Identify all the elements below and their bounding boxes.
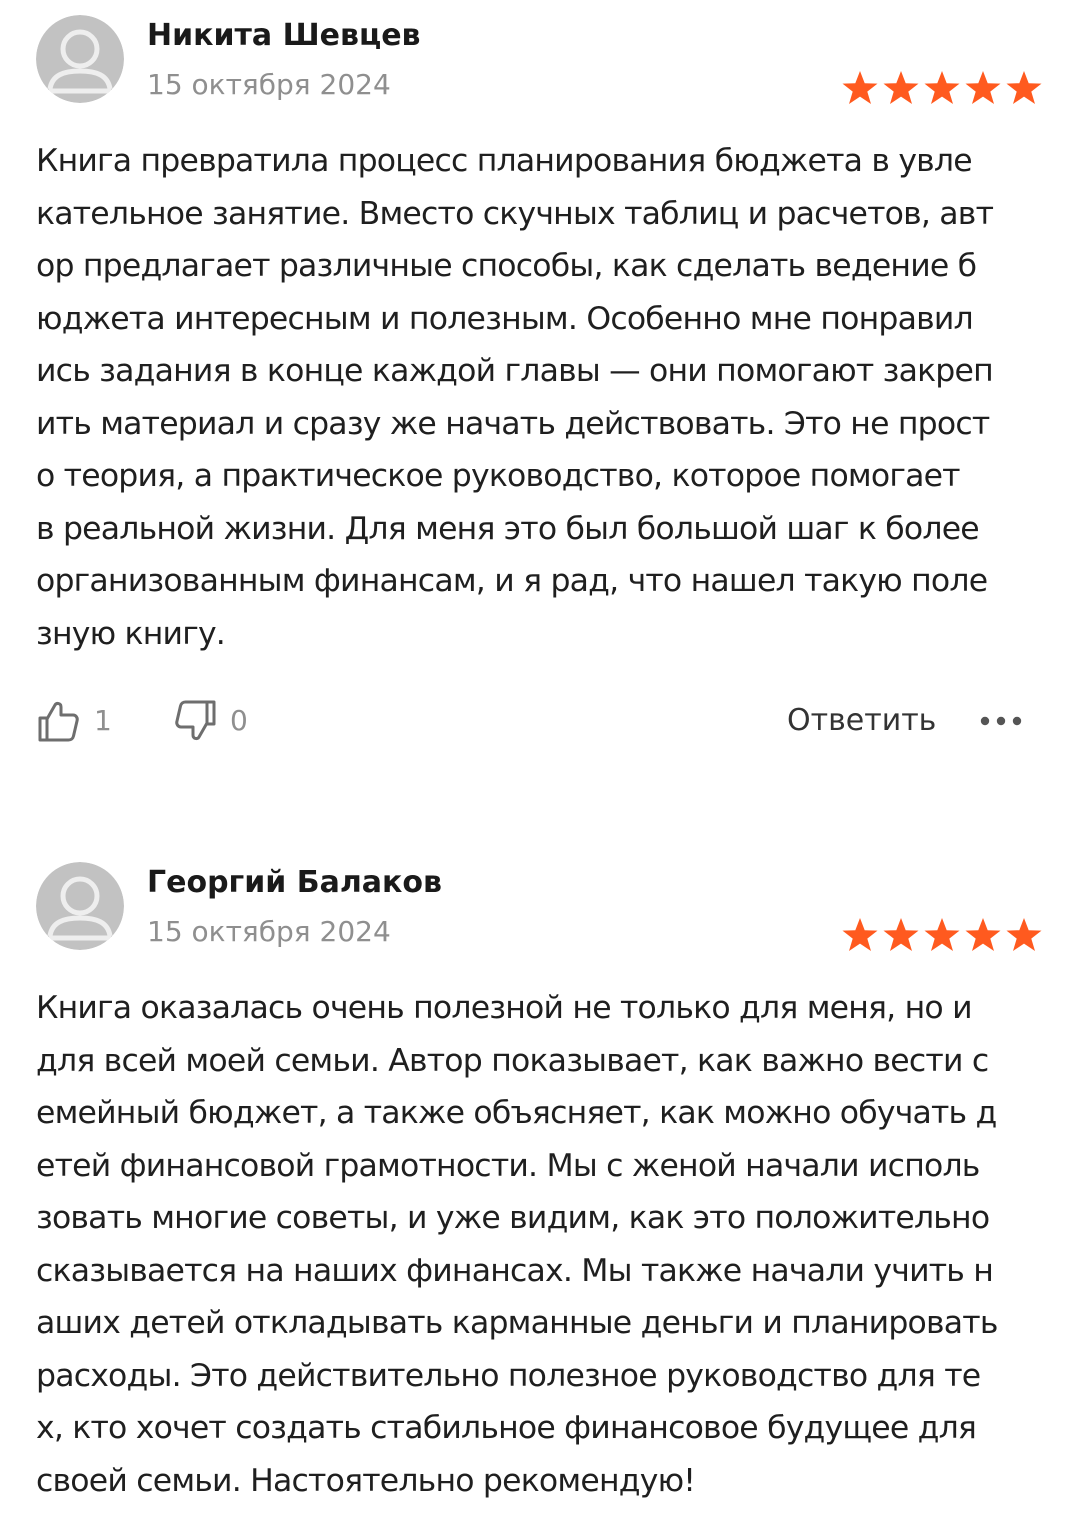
review-date: 15 октября 2024 [147, 68, 391, 101]
thumbs-down-icon[interactable] [172, 698, 218, 744]
star-icon [963, 68, 1003, 106]
review-text: Книга превратила процесс планирования бю… [36, 143, 994, 652]
thumbs-up-icon[interactable] [36, 698, 82, 744]
review-text: Книга оказалась очень полезной не только… [36, 990, 998, 1499]
star-icon [881, 915, 921, 953]
star-icon [1004, 68, 1044, 106]
star-icon [922, 68, 962, 106]
review-author[interactable]: Никита Шевцев [147, 16, 421, 56]
star-icon [840, 915, 880, 953]
user-avatar-icon[interactable] [36, 15, 124, 103]
like-count: 1 [94, 704, 112, 737]
star-icon [1004, 915, 1044, 953]
like-button[interactable]: 1 [36, 695, 112, 747]
rating-stars [840, 68, 1044, 106]
review-actions: 1 0 Ответить [0, 695, 1080, 747]
star-icon [881, 68, 921, 106]
star-icon [963, 915, 1003, 953]
review-date: 15 октября 2024 [147, 915, 391, 948]
dislike-count: 0 [230, 704, 248, 737]
star-icon [922, 915, 962, 953]
reply-button[interactable]: Ответить [787, 695, 936, 747]
rating-stars [840, 915, 1044, 953]
star-icon [840, 68, 880, 106]
review-author[interactable]: Георгий Балаков [147, 863, 442, 903]
dislike-button[interactable]: 0 [172, 695, 248, 747]
more-dots-icon[interactable] [978, 707, 1024, 735]
user-avatar-icon[interactable] [36, 862, 124, 950]
